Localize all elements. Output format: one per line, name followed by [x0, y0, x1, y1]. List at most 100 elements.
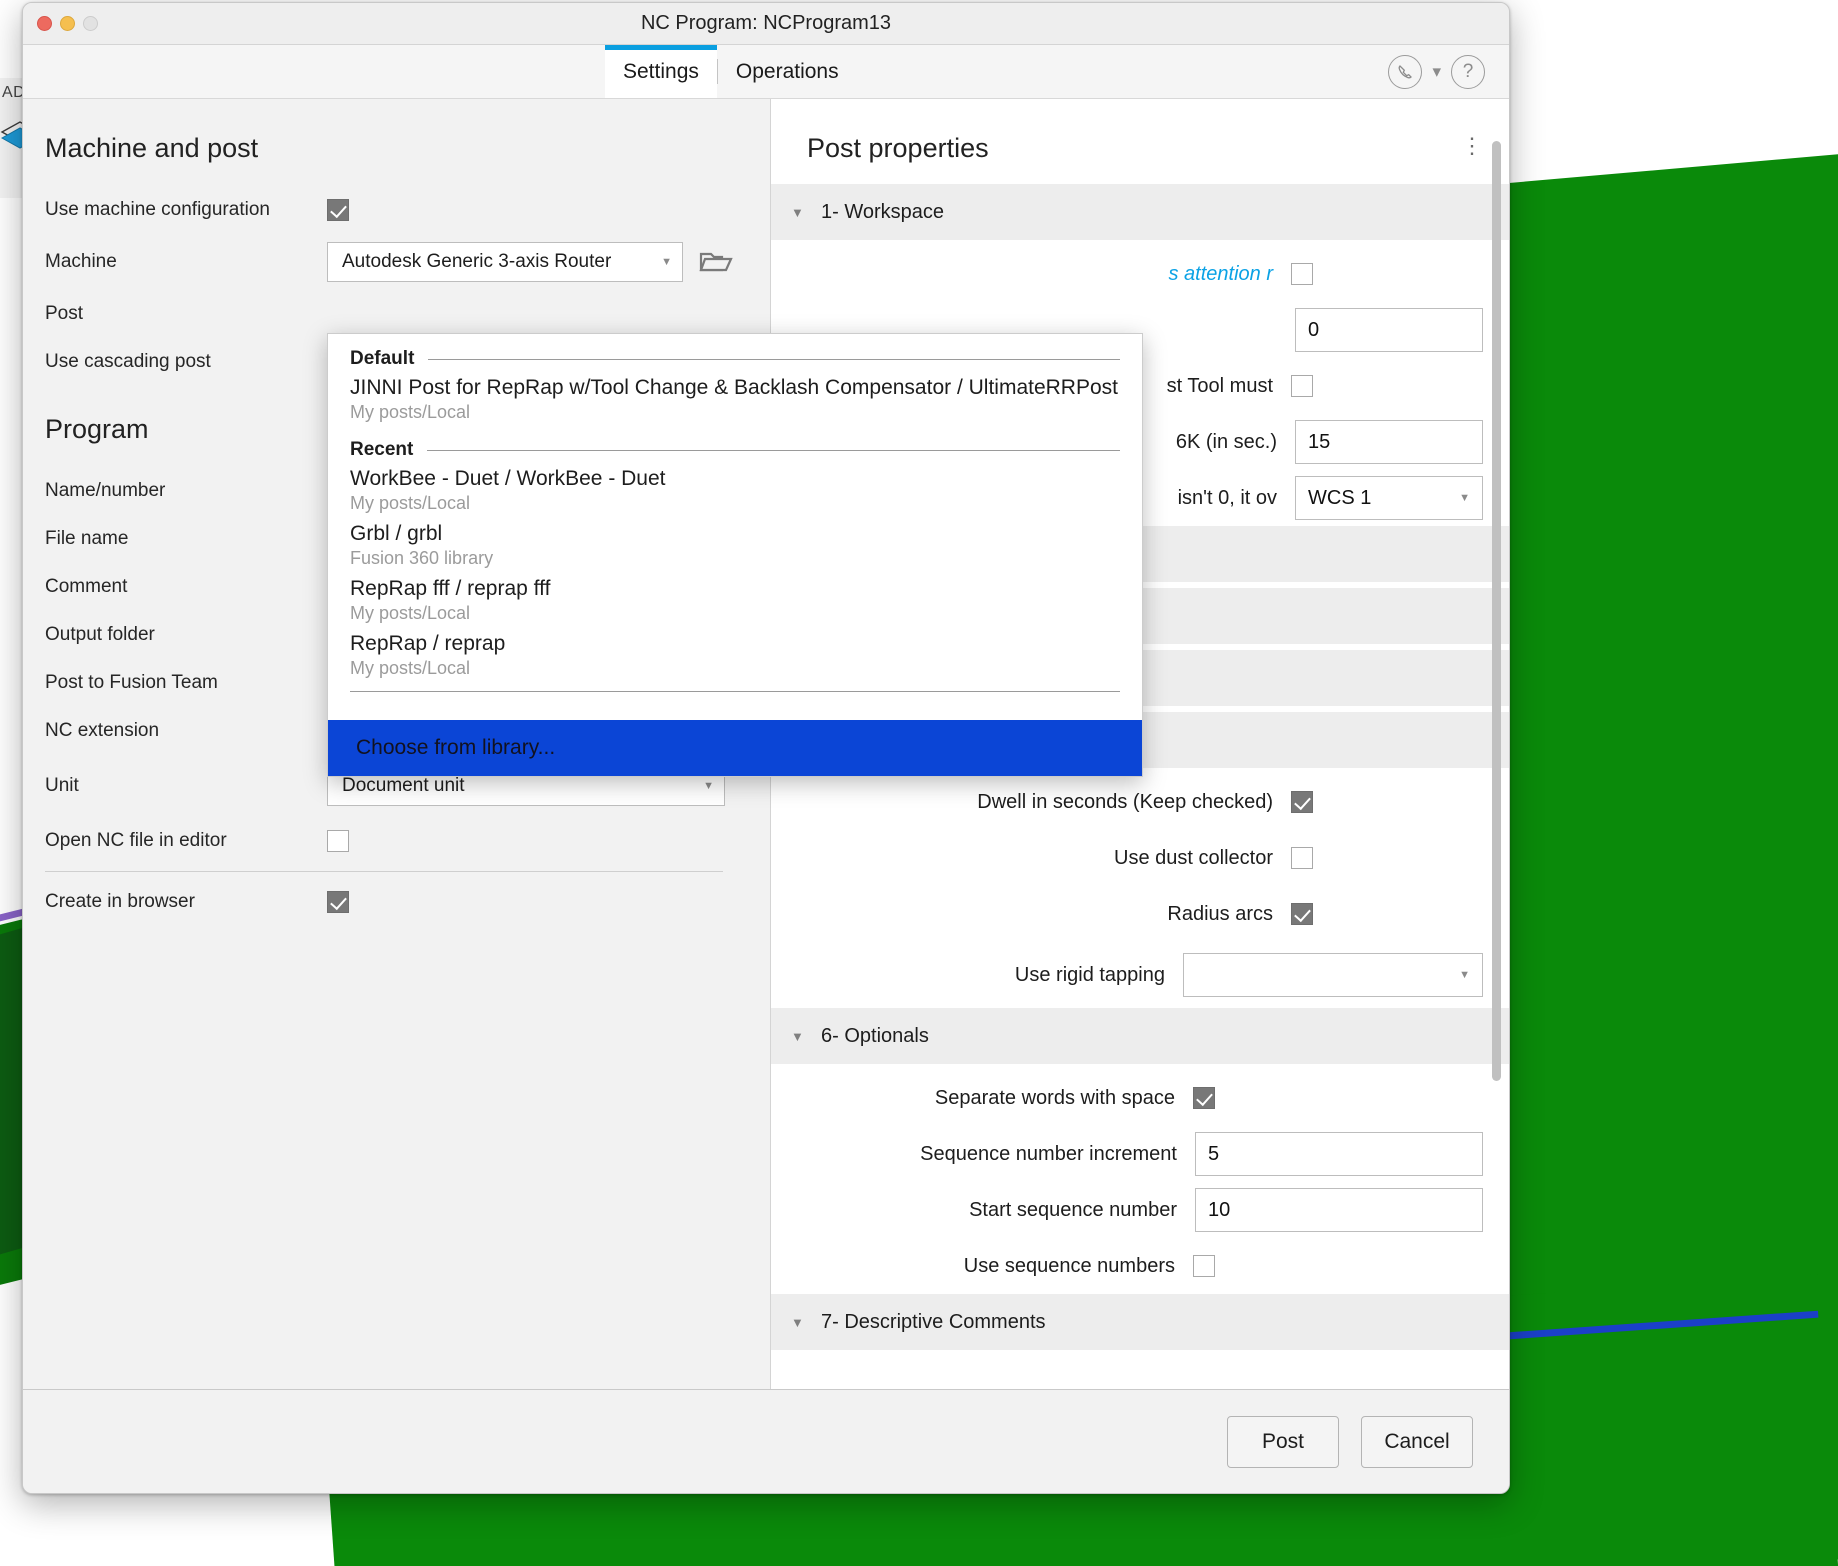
checkbox-create-in-browser[interactable] — [327, 891, 349, 913]
group-header-descriptive-comments[interactable]: ▼ 7- Descriptive Comments — [771, 1294, 1509, 1350]
combobox-use-rigid-tapping[interactable]: ▼ — [1183, 953, 1483, 997]
label-use-rigid-tapping: Use rigid tapping — [1014, 963, 1165, 986]
input-spindle-delay[interactable]: 15 — [1295, 420, 1483, 464]
group-header-optionals-label: 6- Optionals — [821, 1024, 929, 1047]
field-open-nc-file-in-editor — [327, 830, 744, 852]
row-use-sequence-numbers[interactable]: Use sequence numbers — [771, 1238, 1509, 1294]
chevron-down-icon: ▼ — [791, 204, 804, 220]
input-sequence-number-increment[interactable]: 5 — [1195, 1132, 1483, 1176]
row-separate-words-with-space[interactable]: Separate words with space — [771, 1070, 1509, 1126]
label-use-machine-configuration: Use machine configuration — [45, 199, 270, 220]
group-header-workspace[interactable]: ▼ 1- Workspace — [771, 184, 1509, 240]
cancel-button[interactable]: Cancel — [1361, 1415, 1473, 1468]
checkbox-separate-words-with-space[interactable] — [1193, 1087, 1215, 1109]
machine-combobox-value: Autodesk Generic 3-axis Router — [342, 251, 612, 272]
label-open-nc-file-in-editor: Open NC file in editor — [45, 830, 227, 851]
machine-and-post-heading: Machine and post — [45, 133, 259, 163]
post-properties-title: Post properties — [807, 133, 989, 163]
row-start-sequence-number[interactable]: Start sequence number 10 — [771, 1182, 1509, 1238]
help-icon[interactable]: ? — [1451, 54, 1485, 89]
tab-operations[interactable]: Operations — [718, 45, 857, 98]
dropdown-item-recent-0[interactable]: WorkBee - Duet / WorkBee - Duet My posts… — [328, 461, 1142, 516]
label-separate-words-with-space: Separate words with space — [934, 1086, 1175, 1109]
label-file-name: File name — [45, 528, 129, 549]
tab-group: Settings Operations — [605, 45, 857, 98]
row-create-in-browser[interactable]: Create in browser — [45, 878, 744, 926]
dropdown-item-name: WorkBee - Duet / WorkBee - Duet — [350, 467, 666, 490]
checkbox-radius-arcs[interactable] — [1291, 903, 1313, 925]
dropdown-item-name: RepRap / reprap — [350, 632, 506, 655]
post-selection-dropdown: Default JINNI Post for RepRap w/Tool Cha… — [327, 333, 1143, 777]
dropdown-item-choose-from-library-label: Choose from library... — [356, 736, 556, 759]
row-machine[interactable]: Machine Autodesk Generic 3-axis Router ▼ — [45, 234, 744, 290]
input-workspace-numeric[interactable]: 0 — [1295, 308, 1483, 352]
checkbox-dwell-in-seconds[interactable] — [1291, 791, 1313, 813]
input-start-sequence-number[interactable]: 10 — [1195, 1188, 1483, 1232]
tab-settings[interactable]: Settings — [605, 45, 717, 98]
left-panel-divider — [45, 871, 723, 872]
nc-program-dialog: NC Program: NCProgram13 Settings Operati… — [22, 2, 1510, 1494]
row-open-nc-file-in-editor[interactable]: Open NC file in editor — [45, 817, 744, 865]
dropdown-item-recent-2[interactable]: RepRap fff / reprap fff My posts/Local — [328, 571, 1142, 626]
checkbox-use-dust-collector[interactable] — [1291, 847, 1313, 869]
field-machine: Autodesk Generic 3-axis Router ▼ — [327, 242, 744, 282]
checkbox-use-sequence-numbers[interactable] — [1193, 1255, 1215, 1277]
post-button[interactable]: Post — [1227, 1415, 1339, 1468]
field-create-in-browser — [327, 891, 744, 913]
dropdown-item-name: JINNI Post for RepRap w/Tool Change & Ba… — [350, 376, 1118, 399]
label-use-sequence-numbers: Use sequence numbers — [963, 1254, 1175, 1277]
label-unit: Unit — [45, 775, 79, 796]
label-output-folder: Output folder — [45, 624, 155, 645]
chevron-down-icon: ▼ — [791, 1028, 804, 1044]
post-properties-scrollbar[interactable] — [1492, 141, 1501, 1081]
tabbar-actions: ▾ ? — [1388, 45, 1509, 98]
checkbox-use-machine-configuration[interactable] — [327, 199, 349, 221]
row-radius-arcs[interactable]: Radius arcs — [771, 886, 1509, 942]
checkbox-first-tool-must[interactable] — [1291, 375, 1313, 397]
checkbox-attention-required[interactable] — [1291, 263, 1313, 285]
dropdown-item-recent-1[interactable]: Grbl / grbl Fusion 360 library — [328, 516, 1142, 571]
row-use-machine-configuration[interactable]: Use machine configuration — [45, 186, 744, 234]
machine-combobox[interactable]: Autodesk Generic 3-axis Router ▼ — [327, 242, 683, 282]
dropdown-item-name: Grbl / grbl — [350, 522, 443, 545]
chevron-down-icon: ▼ — [1459, 969, 1470, 981]
phone-icon[interactable] — [1388, 54, 1423, 89]
label-sequence-number-increment: Sequence number increment — [920, 1142, 1177, 1165]
combobox-wcs-value: WCS 1 — [1308, 486, 1372, 509]
label-start-sequence-number: Start sequence number — [969, 1198, 1177, 1221]
label-machine: Machine — [45, 251, 117, 272]
label-use-cascading-post: Use cascading post — [45, 351, 211, 372]
row-post[interactable]: Post — [45, 290, 744, 338]
dialog-body: Machine and post Use machine configurati… — [23, 99, 1509, 1389]
chevron-down-icon: ▼ — [1459, 492, 1470, 504]
group-header-workspace-label: 1- Workspace — [821, 200, 945, 223]
dropdown-item-source: My posts/Local — [350, 658, 471, 678]
more-options-icon[interactable]: ⋮ — [1461, 133, 1483, 156]
row-sequence-number-increment[interactable]: Sequence number increment 5 — [771, 1126, 1509, 1182]
dropdown-item-choose-from-library[interactable]: Choose from library... — [328, 720, 1142, 776]
label-post-to-fusion-team: Post to Fusion Team — [45, 672, 218, 693]
label-dwell-in-seconds: Dwell in seconds (Keep checked) — [977, 790, 1273, 813]
dropdown-item-default-0[interactable]: JINNI Post for RepRap w/Tool Change & Ba… — [328, 370, 1142, 425]
checkbox-open-nc-file-in-editor[interactable] — [327, 830, 349, 852]
folder-icon[interactable] — [699, 248, 733, 276]
tab-settings-label: Settings — [623, 59, 699, 83]
row-attention-required[interactable]: s attention r — [771, 246, 1509, 302]
label-name-number: Name/number — [45, 480, 166, 501]
label-create-in-browser: Create in browser — [45, 891, 195, 912]
combobox-wcs[interactable]: WCS 1 ▼ — [1295, 476, 1483, 520]
dropdown-section-default-label: Default — [350, 348, 415, 369]
group-header-optionals[interactable]: ▼ 6- Optionals — [771, 1008, 1509, 1064]
dropdown-item-recent-3[interactable]: RepRap / reprap My posts/Local — [328, 626, 1142, 681]
divider — [428, 358, 1120, 360]
label-use-dust-collector: Use dust collector — [1114, 846, 1273, 869]
label-post: Post — [45, 303, 84, 324]
row-use-dust-collector[interactable]: Use dust collector — [771, 830, 1509, 886]
window-title: NC Program: NCProgram13 — [640, 12, 892, 34]
window-titlebar: NC Program: NCProgram13 — [23, 3, 1509, 45]
dropdown-section-recent: Recent — [328, 425, 1142, 461]
row-dwell-in-seconds[interactable]: Dwell in seconds (Keep checked) — [771, 774, 1509, 830]
chevron-down-icon: ▼ — [661, 256, 672, 268]
chevron-down-icon[interactable]: ▾ — [1432, 62, 1441, 82]
row-use-rigid-tapping[interactable]: Use rigid tapping ▼ — [771, 942, 1509, 1008]
